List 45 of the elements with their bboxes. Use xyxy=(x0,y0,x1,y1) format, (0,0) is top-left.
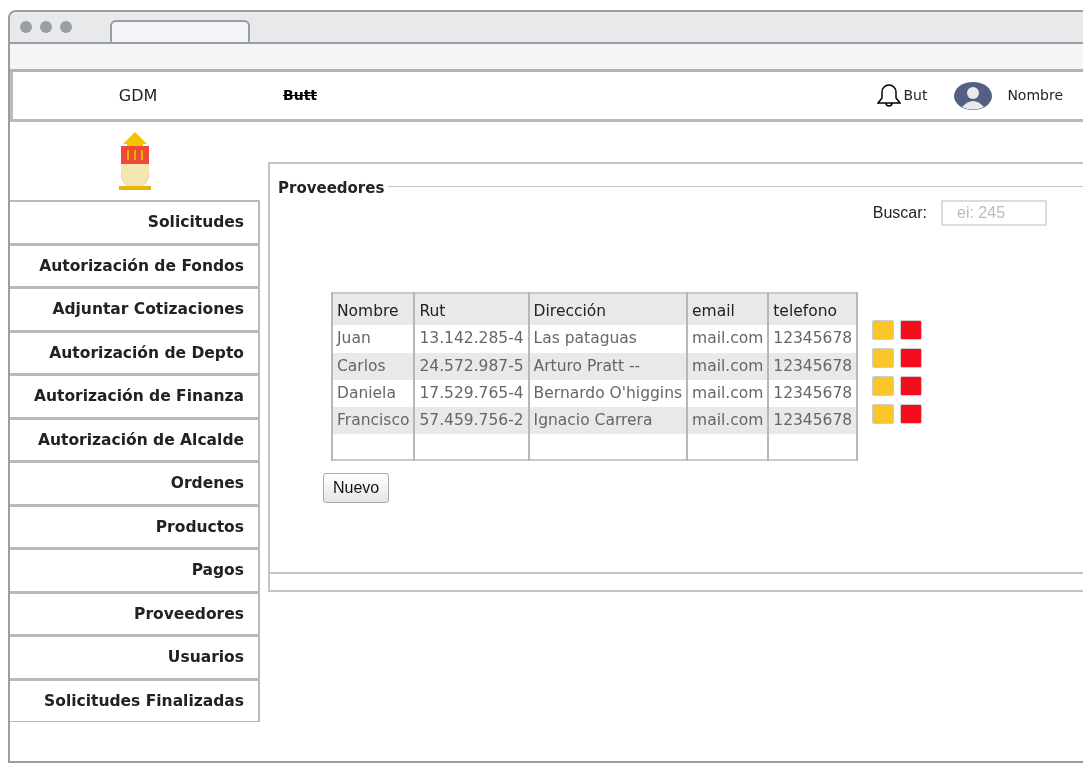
new-button[interactable]: Nuevo xyxy=(323,473,390,504)
search-field[interactable]: ei: 245 xyxy=(941,200,1047,226)
column-header: telefono xyxy=(768,293,858,326)
edit-button[interactable] xyxy=(872,376,895,396)
user-name: Nombre xyxy=(1007,86,1063,105)
search-label: Buscar: xyxy=(872,203,927,223)
sidebar-item[interactable]: Proveedores xyxy=(10,591,260,635)
delete-button[interactable] xyxy=(900,320,923,340)
sidebar-item[interactable]: Solicitudes Finalizadas xyxy=(10,678,260,722)
browser-tab[interactable] xyxy=(110,20,250,42)
column-header: Nombre xyxy=(332,293,415,326)
edit-button[interactable] xyxy=(872,404,895,424)
sidebar-item[interactable]: Usuarios xyxy=(10,635,260,679)
column-header: email xyxy=(687,293,769,326)
table-cell: Arturo Pratt -- xyxy=(528,352,688,380)
sidebar-item[interactable]: Autorización de Finanza xyxy=(10,374,260,418)
table-cell: 57.459.756-2 xyxy=(414,407,529,435)
delete-button[interactable] xyxy=(900,348,923,368)
delete-button[interactable] xyxy=(900,376,923,396)
edit-button[interactable] xyxy=(872,348,895,368)
table-cell: mail.com xyxy=(687,407,769,435)
sidebar-item[interactable]: Adjuntar Cotizaciones xyxy=(10,287,260,331)
sidebar-item[interactable]: Ordenes xyxy=(10,461,260,505)
table-cell: Francisco xyxy=(332,407,415,435)
column-header: Dirección xyxy=(528,293,688,326)
delete-button[interactable] xyxy=(900,404,923,424)
edit-button[interactable] xyxy=(872,320,895,340)
table-cell: 24.572.987-5 xyxy=(414,352,529,380)
table-cell: Carlos xyxy=(332,352,415,380)
sidebar-item[interactable]: Productos xyxy=(10,504,260,548)
bell-icon[interactable] xyxy=(877,82,902,109)
avatar-icon xyxy=(953,80,994,111)
column-header: Rut xyxy=(414,293,529,326)
brand-title: GDM xyxy=(117,84,159,107)
table-cell: Ignacio Carrera xyxy=(528,407,688,435)
header-button[interactable]: Butt xyxy=(283,85,318,106)
bell-label: But xyxy=(903,86,928,105)
sidebar-item[interactable]: Autorización de Alcalde xyxy=(10,417,260,461)
sidebar-item[interactable]: Autorización de Depto xyxy=(10,330,260,374)
sidebar-item[interactable]: Autorización de Fondos xyxy=(10,243,260,287)
sidebar-item[interactable]: Solicitudes xyxy=(10,200,260,244)
table-cell: 12345678 xyxy=(768,407,858,435)
table-cell: 12345678 xyxy=(768,352,858,380)
sidebar-item[interactable]: Pagos xyxy=(10,548,260,592)
table-cell: mail.com xyxy=(687,352,769,380)
